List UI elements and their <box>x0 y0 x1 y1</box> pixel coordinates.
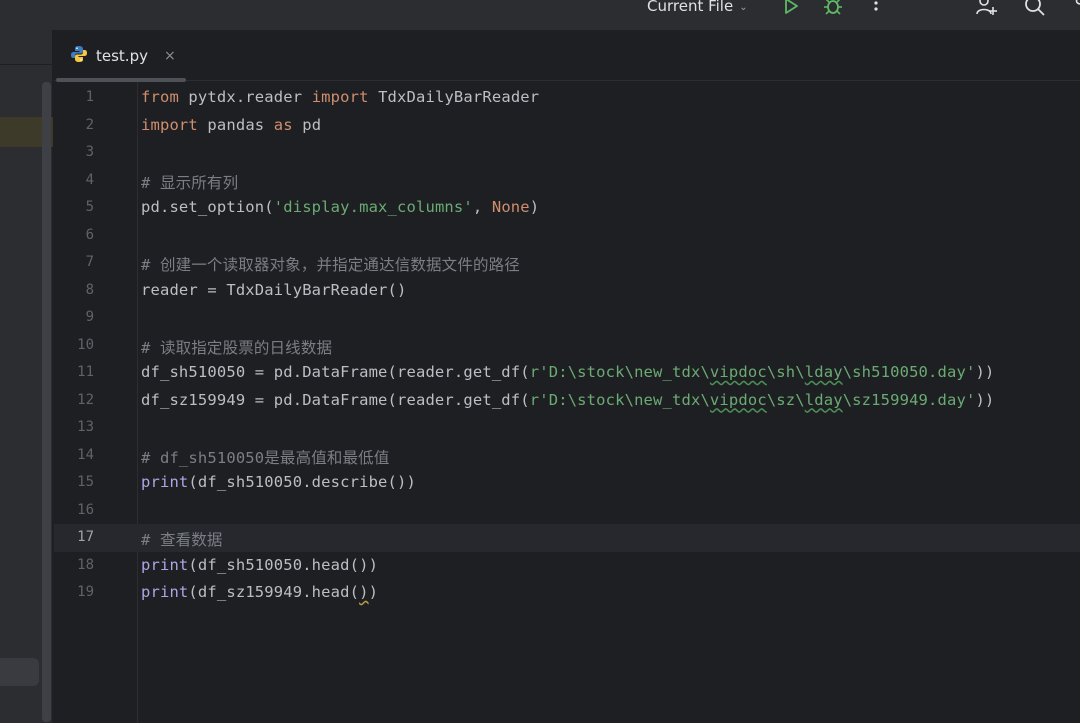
line-number: 16 <box>77 501 94 518</box>
code-line[interactable]: 19 print(df_sz159949.head()) <box>54 579 1080 607</box>
line-number: 13 <box>77 419 94 435</box>
line-number: 3 <box>85 144 94 160</box>
code-line[interactable]: 3 <box>54 139 1080 167</box>
close-icon[interactable]: × <box>164 48 176 64</box>
code-comment: # 读取指定股票的日线数据 <box>141 338 333 357</box>
line-number: 7 <box>85 254 94 270</box>
chevron-down-icon: ⌄ <box>739 1 748 13</box>
code-text: df_sh510050 = pd.DataFrame(reader.get_df… <box>141 363 995 381</box>
line-number: 2 <box>85 116 94 133</box>
line-number: 10 <box>77 336 94 353</box>
tab-test-py[interactable]: test.py × <box>54 30 188 82</box>
line-number: 9 <box>85 309 94 325</box>
line-number: 8 <box>85 281 94 298</box>
line-number: 17 <box>77 529 94 545</box>
code-comment: # 显示所有列 <box>141 173 239 192</box>
code-comment: # df_sh510050是最高值和最低值 <box>141 448 390 467</box>
debug-icon[interactable] <box>821 0 845 18</box>
main-toolbar: Current File ⌄ <box>0 0 1080 30</box>
more-icon[interactable] <box>864 0 888 18</box>
add-user-icon[interactable] <box>974 0 998 18</box>
line-number: 11 <box>77 364 94 380</box>
code-text: print(df_sh510050.describe()) <box>141 473 416 491</box>
code-line[interactable]: 12 df_sz159949 = pd.DataFrame(reader.get… <box>54 387 1080 415</box>
line-number: 15 <box>77 474 94 490</box>
line-number: 14 <box>77 446 94 463</box>
code-line[interactable]: 6 <box>54 222 1080 250</box>
tab-label: test.py <box>96 46 148 65</box>
code-line[interactable]: 8 reader = TdxDailyBarReader() <box>54 277 1080 305</box>
python-file-icon <box>70 45 88 67</box>
code-line[interactable]: 7 # 创建一个读取器对象，并指定通达信数据文件的路径 <box>54 249 1080 277</box>
code-comment: # 创建一个读取器对象，并指定通达信数据文件的路径 <box>141 256 520 274</box>
code-text: reader = TdxDailyBarReader() <box>141 280 407 299</box>
line-number: 6 <box>85 226 94 243</box>
code-line[interactable]: 9 <box>54 304 1080 332</box>
code-line[interactable]: 10 # 读取指定股票的日线数据 <box>54 332 1080 360</box>
code-comment: # 查看数据 <box>141 531 223 549</box>
code-text: import pandas as pd <box>141 115 322 134</box>
code-line[interactable]: 16 <box>54 497 1080 525</box>
editor-tab-bar: test.py × <box>54 30 1080 82</box>
line-number: 4 <box>85 171 94 188</box>
run-configuration-label: Current File <box>647 0 734 15</box>
code-line[interactable]: 4 # 显示所有列 <box>54 167 1080 195</box>
code-text: pd.set_option('display.max_columns', Non… <box>141 198 540 216</box>
line-number: 18 <box>77 556 94 573</box>
line-number: 19 <box>77 584 94 600</box>
code-line[interactable]: 2 import pandas as pd <box>54 112 1080 140</box>
run-configuration-selector[interactable]: Current File ⌄ <box>647 0 748 17</box>
line-number: 1 <box>85 89 94 105</box>
code-line[interactable]: 15 print(df_sh510050.describe()) <box>54 469 1080 497</box>
line-number: 5 <box>85 199 94 215</box>
search-icon[interactable] <box>1023 0 1047 18</box>
code-line[interactable]: 14 # df_sh510050是最高值和最低值 <box>54 442 1080 470</box>
code-editor[interactable]: 1 from pytdx.reader import TdxDailyBarRe… <box>54 82 1080 723</box>
panel-toggle-button[interactable] <box>0 658 39 686</box>
code-line-current[interactable]: 17 # 查看数据 <box>54 524 1080 552</box>
settings-icon[interactable] <box>1068 0 1080 18</box>
project-panel-scrollbar[interactable] <box>42 82 51 722</box>
code-line[interactable]: 18 print(df_sh510050.head()) <box>54 552 1080 580</box>
panel-divider <box>0 64 53 65</box>
code-line[interactable]: 13 <box>54 414 1080 442</box>
code-text: print(df_sz159949.head()) <box>141 583 379 601</box>
code-text: print(df_sh510050.head()) <box>141 555 379 574</box>
line-number: 12 <box>77 391 94 408</box>
code-line[interactable]: 5 pd.set_option('display.max_columns', N… <box>54 194 1080 222</box>
code-line[interactable]: 11 df_sh510050 = pd.DataFrame(reader.get… <box>54 359 1080 387</box>
code-text: from pytdx.reader import TdxDailyBarRead… <box>141 88 540 106</box>
run-icon[interactable] <box>779 0 803 18</box>
code-text: df_sz159949 = pd.DataFrame(reader.get_df… <box>141 390 995 409</box>
code-line[interactable]: 1 from pytdx.reader import TdxDailyBarRe… <box>54 84 1080 112</box>
